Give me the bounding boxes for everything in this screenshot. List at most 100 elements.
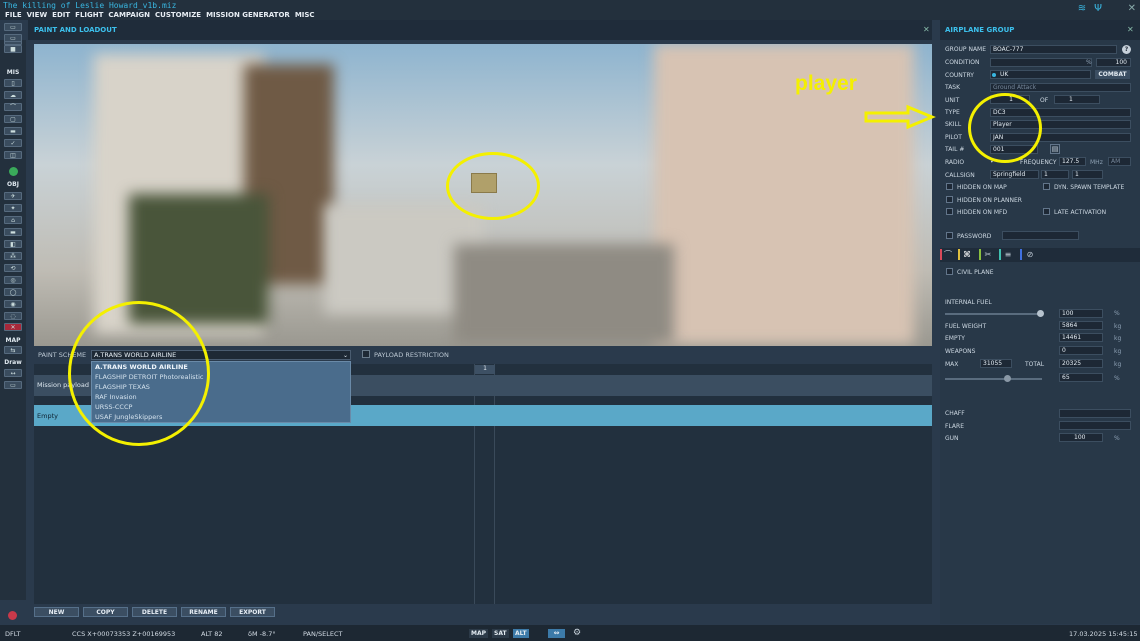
civil-plane-label: CIVIL PLANE <box>957 269 994 276</box>
menu-customize[interactable]: CUSTOMIZE <box>155 11 201 19</box>
password-input[interactable] <box>1002 231 1079 240</box>
route-tab-icon[interactable]: ⌒ <box>943 249 953 260</box>
measure-icon[interactable]: ▭ <box>4 381 22 389</box>
hidden-on-planner-checkbox[interactable] <box>946 196 953 203</box>
frequency-label: FREQUENCY <box>1020 159 1057 166</box>
late-activation-checkbox[interactable] <box>1043 208 1050 215</box>
menu-flight[interactable]: FLIGHT <box>75 11 103 19</box>
export-button[interactable]: EXPORT <box>230 607 275 617</box>
condition-slider[interactable] <box>990 58 1092 67</box>
chaff-stepper[interactable] <box>1059 409 1131 418</box>
blurred-road <box>454 244 674 344</box>
delete-button[interactable]: DELETE <box>132 607 177 617</box>
helicopter-icon[interactable]: ✦ <box>4 204 22 212</box>
menu-campaign[interactable]: CAMPAIGN <box>108 11 150 19</box>
alt-toggle[interactable]: ALT <box>513 629 529 638</box>
civil-plane-checkbox[interactable] <box>946 268 953 275</box>
fuel-slider[interactable] <box>945 313 1042 315</box>
new-mission-icon[interactable]: ▭ <box>4 23 22 31</box>
hidden-on-map-label: HIDDEN ON MAP <box>957 184 1007 191</box>
payload-tab-icon[interactable]: ⌘ <box>962 249 972 260</box>
callsign-number-input[interactable]: 1 <box>1041 170 1069 179</box>
sat-toggle[interactable]: SAT <box>492 629 509 638</box>
unit-label: UNIT <box>945 97 960 104</box>
menu-bar: FILE VIEW EDIT FLIGHT CAMPAIGN CUSTOMIZE… <box>5 11 315 19</box>
menu-edit[interactable]: EDIT <box>52 11 70 19</box>
map-toggle[interactable]: MAP <box>469 629 489 638</box>
frequency-input[interactable]: 127.5 <box>1059 157 1086 166</box>
callsign-number-input[interactable]: 1 <box>1072 170 1103 179</box>
goals-icon[interactable]: ▢ <box>4 115 22 123</box>
add-object-icon[interactable] <box>9 167 18 176</box>
static-object-icon[interactable]: ◧ <box>4 240 22 248</box>
infantry-icon[interactable]: ⁂ <box>4 252 22 260</box>
menu-misc[interactable]: MISC <box>295 11 315 19</box>
airplane-icon[interactable]: ✈ <box>4 192 22 200</box>
combat-button[interactable]: COMBAT <box>1095 70 1130 79</box>
airfield-icon[interactable]: ⟲ <box>4 264 22 272</box>
hidden-on-map-checkbox[interactable] <box>946 183 953 190</box>
open-folder-icon[interactable]: ▭ <box>4 34 22 42</box>
gun-stepper[interactable]: 100 <box>1059 433 1103 442</box>
country-select[interactable]: UK <box>990 70 1091 79</box>
close-icon[interactable]: ✕ <box>1128 3 1136 14</box>
menu-view[interactable]: VIEW <box>27 11 48 19</box>
resources-icon[interactable]: ◫ <box>4 151 22 159</box>
close-icon[interactable]: ✕ <box>923 25 930 34</box>
check-icon[interactable]: ✓ <box>4 139 22 147</box>
condition-percent-input[interactable]: 100 <box>1096 58 1131 67</box>
flare-stepper[interactable] <box>1059 421 1131 430</box>
menu-mission-generator[interactable]: MISSION GENERATOR <box>206 11 290 19</box>
tower-icon[interactable]: Ψ <box>1094 3 1102 14</box>
modulation-select[interactable]: AM <box>1108 157 1131 166</box>
nav-point-icon[interactable]: ◉ <box>4 300 22 308</box>
menu-file[interactable]: FILE <box>5 11 22 19</box>
map-options-icon[interactable]: ⇆ <box>4 346 22 354</box>
triggers-icon[interactable]: ⌒ <box>4 103 22 111</box>
group-name-input[interactable]: BOAC-777 <box>990 45 1117 54</box>
ruler-icon[interactable]: ↔ <box>4 369 22 377</box>
ship-icon[interactable]: ⌂ <box>4 216 22 224</box>
save-icon[interactable]: ■ <box>4 45 22 53</box>
hidden-on-mfd-checkbox[interactable] <box>946 208 953 215</box>
close-icon[interactable]: ✕ <box>1127 25 1134 34</box>
failures-tab-icon[interactable]: ⊘ <box>1025 249 1035 260</box>
help-icon[interactable]: ? <box>1122 45 1131 54</box>
copy-button[interactable]: COPY <box>83 607 128 617</box>
fuel-percent-input[interactable]: 100 <box>1059 309 1103 318</box>
triggered-actions-tab-icon[interactable]: ✂ <box>983 249 993 260</box>
zone-icon[interactable]: ◯ <box>4 288 22 296</box>
annotation-circle <box>446 152 540 220</box>
kg-unit: kg <box>1114 361 1122 368</box>
delete-icon[interactable]: ✕ <box>4 323 22 331</box>
new-button[interactable]: NEW <box>34 607 79 617</box>
fuel-slider-knob[interactable] <box>1037 310 1044 317</box>
annotation-circle <box>68 301 210 446</box>
target-icon[interactable]: ◎ <box>4 276 22 284</box>
mission-options-icon[interactable]: ▯ <box>4 79 22 87</box>
summary-tab-icon[interactable]: ≡ <box>1003 249 1013 260</box>
loadout-button-bar: NEW COPY DELETE RENAME EXPORT <box>34 607 275 617</box>
unit-count-stepper[interactable]: 1 <box>1054 95 1100 104</box>
country-value: UK <box>1000 71 1009 78</box>
file-icon[interactable]: ▤ <box>1050 144 1060 154</box>
dyn-spawn-checkbox[interactable] <box>1043 183 1050 190</box>
vehicle-icon[interactable]: ▬ <box>4 228 22 236</box>
layer-select[interactable]: DFLT <box>5 630 20 638</box>
country-label: COUNTRY <box>945 72 974 79</box>
rename-button[interactable]: RENAME <box>181 607 226 617</box>
fit-view-icon[interactable]: ⇔ <box>548 629 565 638</box>
payload-restriction-checkbox[interactable] <box>362 350 370 358</box>
template-icon[interactable]: ◌ <box>4 312 22 320</box>
exit-icon[interactable] <box>8 611 17 620</box>
draw-label[interactable]: Draw <box>0 359 26 366</box>
wifi-icon[interactable]: ≋ <box>1078 3 1086 14</box>
briefing-icon[interactable]: ▬ <box>4 127 22 135</box>
callsign-select[interactable]: Springfield <box>990 170 1039 179</box>
weather-icon[interactable]: ☁ <box>4 91 22 99</box>
tab-accent <box>1020 249 1022 260</box>
password-checkbox[interactable] <box>946 232 953 239</box>
task-select[interactable]: Ground Attack <box>990 83 1131 92</box>
settings-icon[interactable]: ⚙ <box>573 628 581 638</box>
fuel-weight-label: FUEL WEIGHT <box>945 323 987 330</box>
